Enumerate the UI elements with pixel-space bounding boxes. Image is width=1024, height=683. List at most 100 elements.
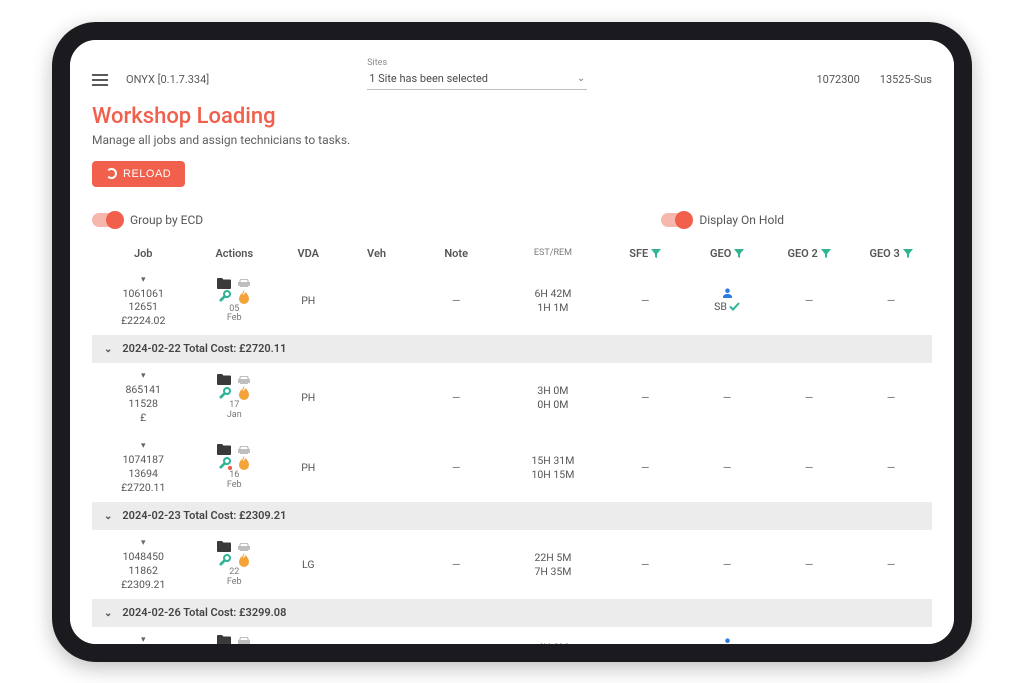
job-cell[interactable]: ▾1079432 [92, 627, 194, 644]
col-sfe[interactable]: SFE [604, 241, 686, 267]
veh-cell [342, 266, 410, 335]
toggle-group-by-ecd-label: Group by ECD [130, 213, 203, 227]
menu-icon[interactable] [92, 74, 108, 86]
table-row[interactable]: ▾1079432PH—4H 9M——— [92, 627, 932, 644]
geo3-cell: — [850, 363, 932, 433]
site-select-label: Sites [367, 58, 587, 68]
wrench-icon[interactable] [219, 387, 232, 400]
est-cell: 4H 9M [502, 627, 604, 644]
chevron-down-icon: ⌄ [577, 73, 585, 84]
col-est[interactable]: EST/REM [502, 241, 604, 267]
job-cell[interactable]: ▾86514111528£ [92, 363, 194, 433]
est-cell: 15H 31M10H 15M [502, 433, 604, 502]
note-cell: — [411, 530, 502, 599]
header-number: 1072300 [816, 73, 859, 86]
col-veh[interactable]: Veh [342, 241, 410, 267]
group-header[interactable]: ⌄2024-02-26 Total Cost: £3299.08 [92, 599, 932, 627]
car-icon[interactable] [237, 636, 251, 644]
table-row[interactable]: ▾104845011862£2309.2122FebLG—22H 5M7H 35… [92, 530, 932, 599]
filter-icon [651, 249, 661, 259]
est-cell: 6H 42M1H 1M [502, 266, 604, 335]
est-cell: 22H 5M7H 35M [502, 530, 604, 599]
filter-icon [821, 249, 831, 259]
top-bar: ONYX [0.1.7.334] Sites 1 Site has been s… [92, 50, 932, 90]
job-cell[interactable]: ▾106106112651£2224.02 [92, 266, 194, 335]
col-note[interactable]: Note [411, 241, 502, 267]
geo-cell[interactable]: — [686, 530, 768, 599]
col-geo3[interactable]: GEO 3 [850, 241, 932, 267]
est-cell: 3H 0M0H 0M [502, 363, 604, 433]
actions-cell: 16Feb [194, 433, 274, 502]
geo2-cell: — [768, 530, 850, 599]
veh-cell [342, 433, 410, 502]
veh-cell [342, 627, 410, 644]
geo2-cell: — [768, 266, 850, 335]
job-cell[interactable]: ▾104845011862£2309.21 [92, 530, 194, 599]
veh-cell [342, 363, 410, 433]
folder-icon[interactable] [217, 444, 231, 455]
check-icon [729, 302, 740, 311]
site-select-value: 1 Site has been selected [369, 72, 488, 85]
flame-icon[interactable] [238, 456, 250, 470]
reload-icon [106, 168, 117, 179]
actions-cell [194, 627, 274, 644]
group-header[interactable]: ⌄2024-02-22 Total Cost: £2720.11 [92, 335, 932, 363]
col-geo2[interactable]: GEO 2 [768, 241, 850, 267]
caret-down-icon: ▾ [96, 371, 190, 381]
note-cell: — [411, 266, 502, 335]
sfe-cell: — [604, 433, 686, 502]
col-job[interactable]: Job [92, 241, 194, 267]
flame-icon[interactable] [238, 553, 250, 567]
flame-icon[interactable] [238, 290, 250, 304]
folder-icon[interactable] [217, 541, 231, 552]
sfe-cell: — [604, 266, 686, 335]
note-cell: — [411, 627, 502, 644]
table-row[interactable]: ▾86514111528£17JanPH—3H 0M0H 0M———— [92, 363, 932, 433]
vda-cell: LG [274, 530, 342, 599]
wrench-icon[interactable] [219, 290, 232, 303]
col-vda[interactable]: VDA [274, 241, 342, 267]
col-actions[interactable]: Actions [194, 241, 274, 267]
toggle-group-by-ecd[interactable] [92, 213, 122, 227]
job-cell[interactable]: ▾107418713694£2720.11 [92, 433, 194, 502]
geo-cell[interactable]: SB [686, 266, 768, 335]
wrench-icon[interactable] [219, 554, 232, 567]
folder-icon[interactable] [217, 635, 231, 643]
wrench-icon[interactable] [219, 457, 232, 470]
group-header[interactable]: ⌄2024-02-23 Total Cost: £2309.21 [92, 502, 932, 530]
jobs-table: Job Actions VDA Veh Note EST/REM SFE GEO [92, 241, 932, 644]
geo-cell[interactable]: — [686, 363, 768, 433]
person-icon [722, 288, 733, 299]
folder-icon[interactable] [217, 374, 231, 385]
reload-label: RELOAD [123, 168, 171, 180]
caret-down-icon: ▾ [96, 275, 190, 285]
geo2-cell: — [768, 433, 850, 502]
folder-icon[interactable] [217, 278, 231, 289]
geo-cell[interactable]: — [686, 433, 768, 502]
col-geo[interactable]: GEO [686, 241, 768, 267]
car-icon[interactable] [237, 375, 251, 385]
geo2-cell: — [768, 363, 850, 433]
car-icon[interactable] [237, 445, 251, 455]
car-icon[interactable] [237, 278, 251, 288]
geo3-cell: — [850, 530, 932, 599]
tablet-camera [61, 342, 67, 348]
flame-icon[interactable] [238, 386, 250, 400]
geo-cell[interactable] [686, 627, 768, 644]
sfe-cell: — [604, 363, 686, 433]
chevron-down-icon: ⌄ [104, 608, 112, 619]
veh-cell [342, 530, 410, 599]
geo3-cell: — [850, 433, 932, 502]
table-row[interactable]: ▾106106112651£2224.0205FebPH—6H 42M1H 1M… [92, 266, 932, 335]
table-row[interactable]: ▾107418713694£2720.1116FebPH—15H 31M10H … [92, 433, 932, 502]
geo3-cell: — [850, 627, 932, 644]
reload-button[interactable]: RELOAD [92, 161, 185, 187]
page-subtitle: Manage all jobs and assign technicians t… [92, 133, 932, 147]
caret-down-icon: ▾ [96, 441, 190, 451]
toggle-display-on-hold[interactable] [661, 213, 691, 227]
car-icon[interactable] [237, 542, 251, 552]
site-select[interactable]: 1 Site has been selected ⌄ [367, 68, 587, 90]
sfe-cell: — [604, 530, 686, 599]
caret-down-icon: ▾ [96, 538, 190, 548]
chevron-down-icon: ⌄ [104, 344, 112, 355]
